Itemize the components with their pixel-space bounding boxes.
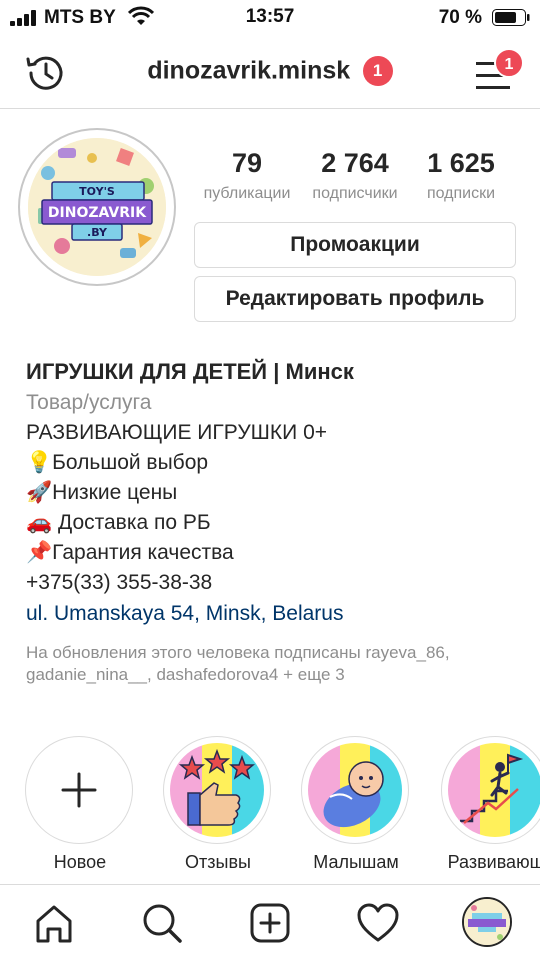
profile-stats: 79 публикации 2 764 подписчики 1 625 под… (194, 148, 516, 208)
stat-followers[interactable]: 2 764 подписчики (300, 148, 410, 203)
bio-category: Товар/услуга (26, 391, 152, 414)
profile-username[interactable]: dinozavrik.minsk (147, 57, 350, 85)
edit-profile-button[interactable]: Редактировать профиль (194, 276, 516, 322)
climbing-person-icon (448, 743, 540, 837)
bio-line: 🚀Низкие цены (26, 481, 178, 504)
search-icon[interactable] (138, 899, 186, 947)
logo-text-bottom: .BY (87, 226, 108, 239)
bio-line: 🚗 Доставка по РБ (26, 511, 211, 534)
bio-name: ИГРУШКИ ДЛЯ ДЕТЕЙ | Минск (26, 359, 354, 384)
status-bar: MTS BY 13:57 70 % (0, 0, 540, 36)
logo-text-main: DINOZAVRIK (48, 205, 147, 221)
highlight-label: Развивающ (447, 852, 540, 872)
stat-followers-label: подписчики (312, 185, 398, 202)
bio-line: 💡Большой выбор (26, 451, 209, 474)
bio-line: 📌Гарантия качества (26, 541, 234, 564)
menu-button[interactable]: 1 (470, 48, 524, 96)
battery-icon (492, 9, 530, 26)
home-icon[interactable] (30, 899, 78, 947)
logo-text-top: TOY'S (79, 185, 115, 198)
menu-icon-line (476, 86, 510, 89)
add-post-icon[interactable] (246, 899, 294, 947)
thumbs-up-stars-icon (170, 743, 264, 837)
stat-posts[interactable]: 79 публикации (192, 148, 302, 203)
highlight-label: Отзывы (185, 852, 251, 872)
stat-following-count: 1 625 (427, 148, 495, 178)
baby-icon (308, 743, 402, 837)
bio-phone[interactable]: +375(33) 355-38-38 (26, 568, 526, 598)
highlight-circle[interactable] (441, 736, 540, 844)
highlight-label: Новое (53, 852, 107, 872)
profile-avatar[interactable]: TOY'S DINOZAVRIK .BY (18, 128, 176, 286)
profile-bio: ИГРУШКИ ДЛЯ ДЕТЕЙ | Минск Товар/услуга Р… (26, 356, 526, 686)
bottom-navigation (0, 884, 540, 961)
battery-percentage: 70 % (438, 7, 482, 28)
bio-line: РАЗВИВАЮЩИЕ ИГРУШКИ 0+ (26, 421, 328, 444)
highlight-circle[interactable] (301, 736, 409, 844)
stat-posts-label: публикации (203, 185, 291, 202)
highlight-circle[interactable] (163, 736, 271, 844)
toy-pattern-icon: TOY'S DINOZAVRIK .BY (28, 138, 166, 276)
plus-icon (61, 772, 97, 808)
avatar-logo-small (464, 899, 510, 945)
username-switcher[interactable]: dinozavrik.minsk 1 (0, 56, 540, 86)
promotions-button[interactable]: Промоакции (194, 222, 516, 268)
stat-followers-count: 2 764 (321, 148, 389, 178)
profile-header: dinozavrik.minsk 1 1 (0, 36, 540, 109)
profile-avatar[interactable] (462, 897, 512, 947)
stat-following[interactable]: 1 625 подписки (406, 148, 516, 203)
highlight-circle[interactable] (25, 736, 133, 844)
story-highlights: Новое Отзывы Малышам Развивающ (0, 736, 540, 882)
stat-following-label: подписки (426, 185, 496, 202)
followed-by-text[interactable]: На обновления этого человека подписаны r… (26, 642, 526, 686)
menu-badge: 1 (494, 48, 524, 78)
notification-badge: 1 (362, 56, 393, 86)
avatar-logo: TOY'S DINOZAVRIK .BY (28, 138, 166, 276)
heart-icon[interactable] (354, 899, 402, 947)
bio-address-link[interactable]: ul. Umanskaya 54, Minsk, Belarus (26, 598, 526, 630)
highlight-label: Малышам (313, 852, 399, 872)
stat-posts-count: 79 (231, 148, 263, 178)
